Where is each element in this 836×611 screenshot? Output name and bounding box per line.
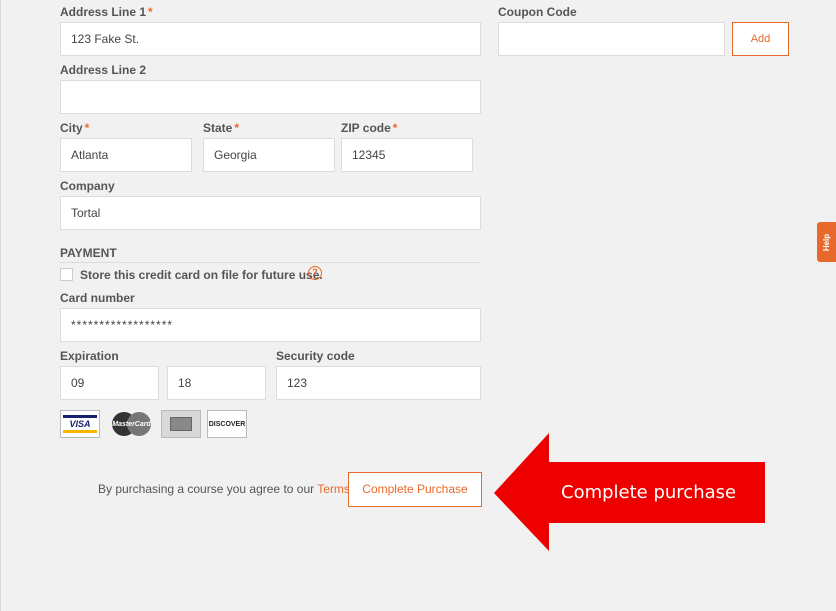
help-tab[interactable]: Help [817,222,836,262]
annotation-arrow [494,433,765,551]
annotation-arrow-label: Complete purchase [561,482,737,503]
